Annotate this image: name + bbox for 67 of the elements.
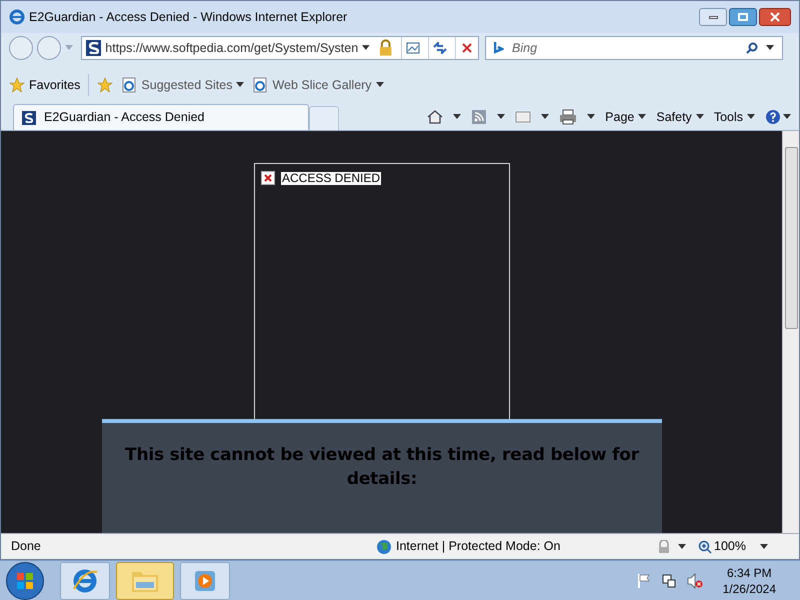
- window-title: E2Guardian - Access Denied - Windows Internet Explorer: [29, 8, 348, 26]
- maximize-icon: [738, 13, 748, 21]
- browser-icon: [9, 9, 25, 25]
- flag-icon[interactable]: [636, 572, 651, 588]
- favorites-link[interactable]: Suggested Sites: [121, 76, 244, 94]
- star-icon: [97, 77, 114, 93]
- refresh-icon: [433, 42, 448, 54]
- feed-icon[interactable]: [471, 109, 488, 125]
- maximize-button[interactable]: [729, 8, 757, 26]
- network-icon[interactable]: [660, 572, 677, 588]
- dropdown-icon[interactable]: [362, 45, 370, 51]
- security-zone[interactable]: Internet | Protected Mode: On: [396, 537, 656, 556]
- alert-label: ACCESS DENIED: [281, 172, 382, 184]
- favorites-link[interactable]: Web Slice Gallery: [252, 76, 384, 94]
- taskbar-button[interactable]: [60, 562, 110, 600]
- padlock-icon[interactable]: [378, 39, 394, 57]
- caret-icon: [696, 114, 704, 120]
- dropdown-icon[interactable]: [678, 544, 686, 550]
- menu-button[interactable]: Page: [605, 108, 646, 126]
- search-icon[interactable]: [746, 42, 758, 54]
- dropdown-icon[interactable]: [541, 114, 550, 120]
- dropdown-icon[interactable]: [453, 114, 462, 120]
- globe-icon: [376, 538, 392, 554]
- help-button[interactable]: [765, 109, 791, 125]
- caret-icon: [783, 114, 791, 120]
- zoom-icon[interactable]: [698, 540, 712, 554]
- scrollbar[interactable]: [782, 131, 799, 533]
- logo-icon: [494, 41, 504, 55]
- printer-icon[interactable]: [559, 109, 578, 125]
- start-button[interactable]: [6, 562, 44, 600]
- favorites-button[interactable]: Favorites: [9, 76, 80, 94]
- site-logo-icon: [86, 40, 102, 56]
- add-favorite-icon[interactable]: [97, 77, 114, 93]
- dropdown-icon[interactable]: [766, 45, 774, 51]
- minimize-icon: [708, 16, 718, 18]
- star-icon: [9, 77, 25, 93]
- dropdown-icon[interactable]: [587, 114, 596, 120]
- page-icon: [121, 77, 138, 93]
- menu-button[interactable]: Tools: [714, 108, 755, 126]
- speaker-muted-icon[interactable]: [686, 572, 703, 588]
- search-input[interactable]: Bing: [512, 38, 738, 58]
- close-icon: [770, 12, 780, 22]
- site-logo-icon: [22, 110, 36, 124]
- caret-icon: [236, 82, 244, 88]
- home-icon[interactable]: [427, 109, 444, 125]
- start-logo-icon: [15, 570, 35, 590]
- chart-icon: [406, 42, 420, 54]
- caret-icon: [747, 114, 755, 120]
- stop-icon: [461, 42, 474, 54]
- address-field[interactable]: https://www.softpedia.com/get/System/Systen: [81, 36, 479, 60]
- browser-icon: [71, 566, 99, 594]
- broken-image-icon: [261, 171, 275, 185]
- menu-button[interactable]: Safety: [656, 108, 704, 126]
- help-icon: [765, 109, 781, 125]
- clock[interactable]: 6:34 PM 1/26/2024: [722, 564, 776, 596]
- search-field[interactable]: Bing: [485, 36, 783, 60]
- dropdown-icon[interactable]: [760, 544, 768, 550]
- zoom-level[interactable]: 100%: [714, 537, 754, 556]
- status-text: Done: [10, 538, 42, 556]
- close-button[interactable]: [759, 8, 791, 26]
- minimize-button[interactable]: [699, 8, 727, 26]
- caret-icon: [638, 114, 646, 120]
- page-icon: [252, 77, 268, 93]
- message-text: This site cannot be viewed at this time, read below for details:: [124, 444, 640, 491]
- dropdown-icon[interactable]: [497, 114, 506, 120]
- caret-icon: [376, 82, 384, 88]
- browser-tab[interactable]: E2Guardian - Access Denied: [13, 104, 309, 130]
